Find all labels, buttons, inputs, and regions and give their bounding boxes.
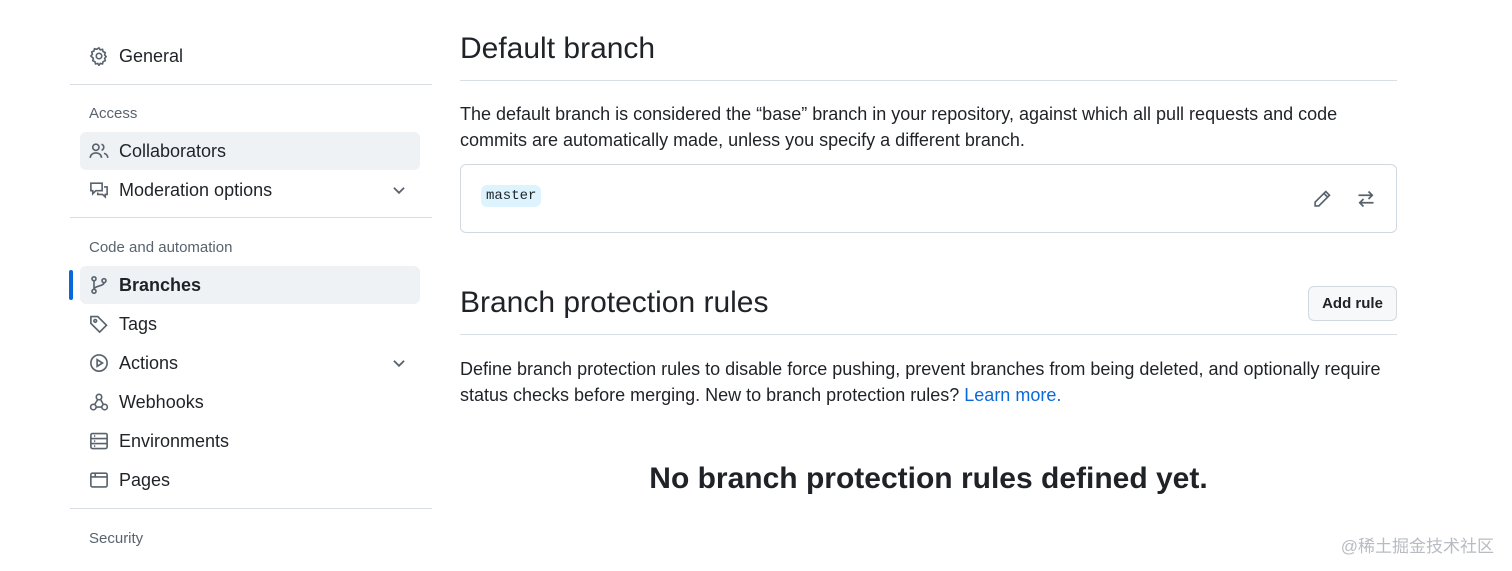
chevron-down-icon[interactable] xyxy=(390,181,408,199)
people-icon xyxy=(89,141,109,161)
description-text: Define branch protection rules to disabl… xyxy=(460,359,1381,405)
watermark: @稀土掘金技术社区 xyxy=(1340,537,1494,556)
git-branch-icon xyxy=(89,275,109,295)
branch-name-badge: master xyxy=(481,185,542,207)
webhook-icon xyxy=(89,392,109,412)
sidebar-item-collaborators[interactable]: Collaborators xyxy=(80,132,420,170)
sidebar-item-label: General xyxy=(119,45,184,66)
sidebar-item-branches[interactable]: Branches xyxy=(80,266,420,304)
divider xyxy=(460,80,1397,81)
sidebar-item-pages[interactable]: Pages xyxy=(80,461,420,499)
sidebar-item-label: Webhooks xyxy=(119,391,204,412)
sidebar-item-label: Environments xyxy=(119,430,230,451)
tag-icon xyxy=(89,314,109,334)
active-indicator xyxy=(69,270,73,300)
main-content: Default branch The default branch is con… xyxy=(460,0,1397,571)
sidebar-item-moderation[interactable]: Moderation options xyxy=(80,171,420,209)
learn-more-link[interactable]: Learn more. xyxy=(964,385,1061,405)
sidebar-item-tags[interactable]: Tags xyxy=(80,305,420,343)
browser-icon xyxy=(89,470,109,490)
divider xyxy=(460,334,1397,335)
sidebar-item-label: Branches xyxy=(119,274,202,295)
branch-protection-title: Branch protection rules xyxy=(460,286,769,319)
sidebar-item-label: Pages xyxy=(119,469,171,490)
sidebar-item-label: Collaborators xyxy=(119,140,227,161)
sidebar-item-general[interactable]: General xyxy=(80,37,420,75)
section-label-security: Security xyxy=(89,530,144,547)
empty-state-title: No branch protection rules defined yet. xyxy=(649,462,1208,495)
sidebar-item-actions[interactable]: Actions xyxy=(80,344,420,382)
comment-discussion-icon xyxy=(89,180,109,200)
play-icon xyxy=(89,353,109,373)
gear-icon xyxy=(89,46,109,66)
chevron-down-icon[interactable] xyxy=(390,354,408,372)
pencil-icon[interactable] xyxy=(1310,187,1334,211)
default-branch-description: The default branch is considered the “ba… xyxy=(460,104,1338,150)
branch-protection-description: Define branch protection rules to disabl… xyxy=(460,356,1397,408)
sidebar-item-label: Actions xyxy=(119,352,179,373)
default-branch-box: master xyxy=(460,164,1397,233)
arrow-switch-icon[interactable] xyxy=(1354,187,1378,211)
sidebar-item-label: Moderation options xyxy=(119,179,273,200)
default-branch-title: Default branch xyxy=(460,32,656,65)
section-label-code-automation: Code and automation xyxy=(89,239,233,256)
divider xyxy=(70,84,432,85)
divider xyxy=(70,508,432,509)
section-label-access: Access xyxy=(89,105,138,122)
sidebar-item-label: Tags xyxy=(119,313,158,334)
divider xyxy=(70,217,432,218)
add-rule-button[interactable]: Add rule xyxy=(1308,286,1397,321)
sidebar-item-environments[interactable]: Environments xyxy=(80,422,420,460)
sidebar-item-webhooks[interactable]: Webhooks xyxy=(80,383,420,421)
server-icon xyxy=(89,431,109,451)
settings-sidebar: General Access Collaborators Moderation … xyxy=(69,0,432,571)
